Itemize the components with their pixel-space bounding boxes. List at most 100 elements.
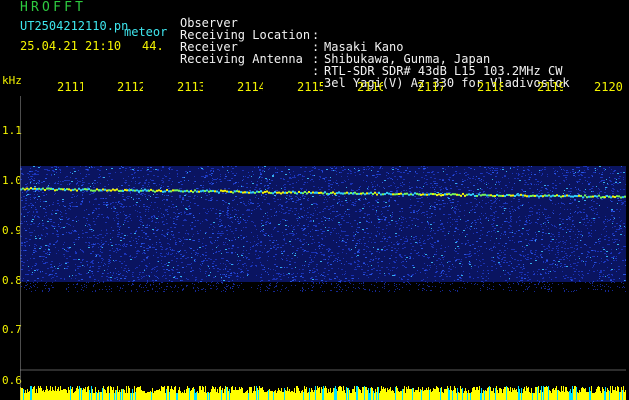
spectrogram-cell bbox=[614, 170, 616, 171]
spectrogram-cell bbox=[440, 189, 442, 190]
spectrogram-cell bbox=[92, 262, 93, 263]
spectrogram-cell bbox=[107, 216, 108, 217]
spectrogram-cell bbox=[436, 192, 437, 193]
spectrogram-cell bbox=[262, 225, 264, 226]
spectrogram-cell bbox=[420, 238, 421, 239]
spectrogram-cell bbox=[564, 242, 566, 243]
spectrogram-cell bbox=[541, 257, 543, 258]
spectrogram-cell bbox=[393, 172, 394, 173]
spectrogram-cell bbox=[355, 267, 356, 268]
spectrogram-cell bbox=[123, 270, 125, 271]
spectrogram-cell bbox=[74, 171, 76, 172]
spectrogram-cell bbox=[107, 192, 108, 193]
spectrogram-cell bbox=[147, 224, 148, 225]
spectrogram-cell bbox=[172, 204, 174, 205]
spectrogram-cell bbox=[563, 236, 564, 237]
spectrogram-cell bbox=[208, 181, 209, 182]
spectrogram-cell bbox=[403, 243, 405, 244]
spectrogram-cell bbox=[585, 261, 587, 262]
spectrogram-cell bbox=[235, 214, 237, 215]
spectrogram-cell bbox=[289, 184, 291, 185]
spectrogram-cell bbox=[433, 181, 434, 182]
spectrogram-cell bbox=[332, 205, 334, 206]
spectrogram-cell bbox=[578, 234, 579, 235]
spectrogram-cell bbox=[243, 203, 244, 204]
spectrogram-cell bbox=[452, 175, 453, 176]
spectrogram-cell bbox=[322, 178, 323, 179]
spectrogram-cell bbox=[527, 254, 529, 255]
spectrogram-cell bbox=[487, 197, 489, 198]
spectrogram-cell bbox=[154, 215, 155, 216]
spectrogram-cell bbox=[595, 230, 596, 231]
spectrogram-cell bbox=[33, 166, 35, 167]
spectrogram-cell bbox=[55, 213, 57, 214]
spectrogram-cell bbox=[450, 222, 451, 223]
spectrogram-cell bbox=[336, 233, 337, 234]
spectrogram-cell bbox=[585, 264, 586, 265]
spectrogram-cell bbox=[235, 219, 236, 220]
spectrogram-cell bbox=[343, 258, 344, 259]
spectrogram-cell bbox=[457, 201, 459, 202]
spectrogram-cell bbox=[348, 222, 349, 223]
spectrogram-cell bbox=[142, 225, 143, 226]
spectrogram-cell bbox=[449, 177, 451, 178]
spectrogram-cell bbox=[130, 193, 131, 194]
spectrogram-cell bbox=[470, 168, 472, 169]
spectrogram-cell bbox=[306, 215, 307, 216]
spectrogram-cell bbox=[395, 201, 396, 202]
spectrogram-cell bbox=[73, 242, 75, 243]
spectrogram-cell bbox=[188, 206, 190, 207]
spectrogram-cell bbox=[375, 207, 376, 208]
spectrogram-cell bbox=[366, 169, 367, 170]
spectrogram-cell bbox=[47, 234, 48, 235]
spectrogram-cell bbox=[232, 280, 233, 281]
spectrogram-cell bbox=[344, 196, 345, 197]
spectrogram-cell bbox=[541, 251, 543, 252]
spectrogram-cell bbox=[526, 224, 527, 225]
spectrogram-cell bbox=[485, 203, 487, 204]
spectrogram-cell bbox=[241, 271, 243, 272]
spectrogram-cell bbox=[89, 243, 90, 244]
spectrogram-cell bbox=[552, 267, 553, 268]
spectrogram-cell bbox=[260, 245, 262, 246]
spectrogram-cell bbox=[164, 175, 165, 176]
spectrogram-cell bbox=[559, 259, 560, 260]
spectrogram-cell bbox=[384, 180, 386, 181]
spectrogram-cell bbox=[79, 274, 81, 275]
spectrogram-cell bbox=[101, 230, 102, 231]
spectrogram-cell bbox=[214, 227, 215, 228]
spectrogram-cell bbox=[613, 219, 614, 220]
spectrogram-cell bbox=[168, 168, 170, 169]
spectrogram-cell bbox=[176, 269, 178, 270]
spectrogram-cell bbox=[234, 237, 235, 238]
spectrogram-cell bbox=[126, 206, 127, 207]
spectrogram-cell bbox=[38, 167, 40, 168]
spectrogram-cell bbox=[505, 234, 506, 235]
spectrogram-cell bbox=[92, 229, 93, 230]
spectrogram-cell bbox=[27, 274, 29, 275]
spectrogram-cell bbox=[597, 256, 598, 257]
spectrogram-cell bbox=[375, 256, 376, 257]
spectrogram-cell bbox=[328, 265, 329, 266]
spectrogram-cell bbox=[528, 259, 529, 260]
spectrogram-cell bbox=[537, 280, 538, 281]
spectrogram-cell bbox=[91, 193, 93, 194]
spectrogram-cell bbox=[538, 198, 540, 199]
spectrogram-cell bbox=[457, 275, 459, 276]
spectrogram-cell bbox=[353, 232, 354, 233]
spectrogram-cell bbox=[229, 204, 230, 205]
spectrogram-cell bbox=[504, 210, 505, 211]
spectrogram-cell bbox=[114, 208, 115, 209]
spectrogram-cell bbox=[303, 225, 305, 226]
spectrogram-cell bbox=[115, 250, 116, 251]
spectrogram-cell bbox=[257, 181, 258, 182]
spectrogram-cell bbox=[600, 251, 602, 252]
spectrogram-cell bbox=[356, 229, 357, 230]
spectrogram-cell bbox=[303, 239, 305, 240]
spectrogram-cell bbox=[566, 179, 567, 180]
spectrogram-cell bbox=[538, 269, 540, 270]
spectrogram-cell bbox=[328, 259, 329, 260]
spectrogram-cell bbox=[552, 225, 553, 226]
spectrogram-cell bbox=[172, 273, 173, 274]
spectrogram-cell bbox=[229, 240, 230, 241]
